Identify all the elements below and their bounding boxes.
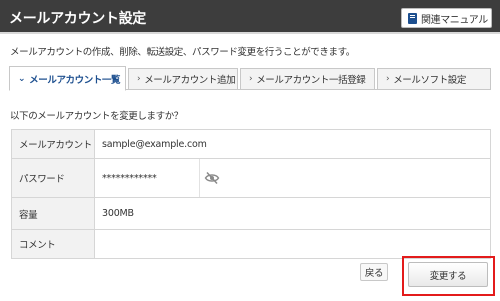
page-title: メールアカウント設定: [9, 11, 146, 27]
capacity-label: 容量: [12, 198, 95, 229]
chevron-right-icon: ›: [249, 74, 253, 84]
form-row-account: メールアカウント sample@example.com: [12, 130, 490, 159]
account-form-table: メールアカウント sample@example.com パスワード ******…: [11, 129, 491, 259]
chevron-down-icon: ⌄: [18, 73, 26, 84]
tab-label: メールアカウント一覧: [29, 74, 121, 86]
confirm-question: 以下のメールアカウントを変更しますか？: [10, 111, 183, 122]
book-icon: [408, 12, 417, 24]
password-field[interactable]: ************: [102, 159, 157, 197]
form-row-password: パスワード ************: [12, 159, 490, 198]
comment-label: コメント: [12, 230, 95, 258]
account-value: sample@example.com: [102, 138, 207, 150]
password-divider: [199, 159, 200, 197]
chevron-right-icon: ›: [386, 74, 390, 84]
tab-bar: ⌄ メールアカウント一覧 › メールアカウント追加 › メールアカウント一括登録…: [9, 66, 491, 91]
eye-slash-icon[interactable]: [204, 171, 220, 185]
form-row-comment: コメント: [12, 230, 490, 258]
tab-account-list[interactable]: ⌄ メールアカウント一覧: [9, 66, 126, 91]
tab-label: メールアカウント追加: [144, 75, 236, 86]
password-label: パスワード: [12, 159, 95, 197]
page-description: メールアカウントの作成、削除、転送設定、パスワード変更を行うことができます。: [10, 47, 355, 58]
tab-label: メールアカウント一括登録: [256, 75, 366, 86]
page-header: メールアカウント設定 関連マニュアル: [0, 0, 500, 34]
tab-account-add[interactable]: › メールアカウント追加: [128, 68, 238, 90]
form-row-capacity: 容量 300MB: [12, 198, 490, 230]
tab-account-bulk-register[interactable]: › メールアカウント一括登録: [240, 68, 375, 90]
submit-change-button[interactable]: 変更する: [408, 262, 488, 287]
chevron-right-icon: ›: [137, 74, 141, 84]
related-manual-label: 関連マニュアル: [421, 14, 488, 26]
related-manual-button[interactable]: 関連マニュアル: [401, 8, 492, 28]
capacity-value: 300MB: [102, 208, 134, 219]
account-label: メールアカウント: [12, 130, 95, 158]
tab-label: メールソフト設定: [393, 75, 467, 86]
back-button[interactable]: 戻る: [360, 263, 388, 281]
tab-mail-software-settings[interactable]: › メールソフト設定: [377, 68, 491, 90]
